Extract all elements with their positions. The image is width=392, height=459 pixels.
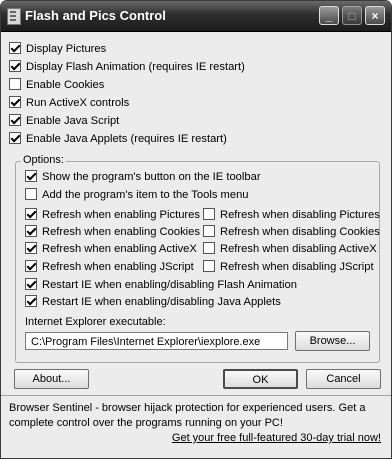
window-title: Flash and Pics Control bbox=[25, 8, 166, 23]
checkbox-box[interactable] bbox=[9, 78, 21, 90]
checkbox-box[interactable] bbox=[203, 225, 215, 237]
close-button[interactable]: × bbox=[365, 6, 385, 25]
refresh-disable-jscript-checkbox[interactable]: Refresh when disabling JScript bbox=[203, 260, 374, 274]
checkbox-box[interactable] bbox=[203, 208, 215, 220]
checkbox-box[interactable] bbox=[25, 278, 37, 290]
checkbox-label: Show the program's button on the IE tool… bbox=[42, 171, 261, 183]
refresh-disable-cookies-checkbox[interactable]: Refresh when disabling Cookies bbox=[203, 225, 380, 239]
checkbox-label: Refresh when enabling Pictures bbox=[42, 209, 200, 221]
checkbox-box[interactable] bbox=[25, 260, 37, 272]
options-group-label: Options: bbox=[21, 154, 66, 166]
refresh-enable-cookies-checkbox[interactable]: Refresh when enabling Cookies bbox=[25, 225, 200, 239]
enable-javascript-checkbox[interactable]: Enable Java Script bbox=[9, 114, 119, 128]
checkbox-label: Refresh when enabling Cookies bbox=[42, 226, 200, 238]
checkbox-label: Enable Java Applets (requires IE restart… bbox=[26, 133, 227, 145]
checkbox-label: Display Pictures bbox=[26, 43, 107, 55]
cancel-button[interactable]: Cancel bbox=[306, 369, 381, 389]
checkbox-box[interactable] bbox=[9, 132, 21, 144]
checkbox-box[interactable] bbox=[25, 295, 37, 307]
checkbox-box[interactable] bbox=[9, 114, 21, 126]
show-toolbar-button-checkbox[interactable]: Show the program's button on the IE tool… bbox=[25, 170, 261, 184]
checkbox-label: Refresh when disabling JScript bbox=[220, 261, 374, 273]
checkbox-box[interactable] bbox=[9, 60, 21, 72]
checkbox-label: Refresh when disabling ActiveX bbox=[220, 243, 377, 255]
checkbox-label: Refresh when disabling Pictures bbox=[220, 209, 380, 221]
checkbox-label: Display Flash Animation (requires IE res… bbox=[26, 61, 245, 73]
checkbox-label: Refresh when disabling Cookies bbox=[220, 226, 380, 238]
display-pictures-checkbox[interactable]: Display Pictures bbox=[9, 42, 106, 56]
checkbox-box[interactable] bbox=[25, 170, 37, 182]
minimize-button[interactable]: _ bbox=[319, 6, 339, 25]
checkbox-box[interactable] bbox=[25, 225, 37, 237]
checkbox-box[interactable] bbox=[25, 242, 37, 254]
restart-flash-checkbox[interactable]: Restart IE when enabling/disabling Flash… bbox=[25, 278, 297, 292]
checkbox-label: Enable Java Script bbox=[26, 115, 120, 127]
app-icon bbox=[7, 8, 21, 25]
ie-executable-field[interactable]: C:\Program Files\Internet Explorer\iexpl… bbox=[25, 332, 288, 350]
checkbox-label: Enable Cookies bbox=[26, 79, 105, 91]
checkbox-label: Add the program's item to the Tools menu bbox=[42, 189, 249, 201]
display-flash-checkbox[interactable]: Display Flash Animation (requires IE res… bbox=[9, 60, 245, 74]
checkbox-label: Refresh when enabling JScript bbox=[42, 261, 194, 273]
dialog-window: Flash and Pics Control _ □ × Display Pic… bbox=[0, 0, 392, 459]
tools-menu-checkbox[interactable]: Add the program's item to the Tools menu bbox=[25, 188, 249, 202]
checkbox-label: Restart IE when enabling/disabling Flash… bbox=[42, 279, 297, 291]
browse-button[interactable]: Browse... bbox=[295, 331, 370, 351]
refresh-enable-activex-checkbox[interactable]: Refresh when enabling ActiveX bbox=[25, 242, 197, 256]
footer-separator bbox=[1, 395, 391, 396]
dialog-content: Display Pictures Display Flash Animation… bbox=[1, 32, 391, 458]
refresh-disable-pictures-checkbox[interactable]: Refresh when disabling Pictures bbox=[203, 208, 380, 222]
refresh-enable-jscript-checkbox[interactable]: Refresh when enabling JScript bbox=[25, 260, 194, 274]
checkbox-box[interactable] bbox=[25, 208, 37, 220]
enable-cookies-checkbox[interactable]: Enable Cookies bbox=[9, 78, 104, 92]
title-bar[interactable]: Flash and Pics Control _ □ × bbox=[1, 1, 391, 32]
refresh-enable-pictures-checkbox[interactable]: Refresh when enabling Pictures bbox=[25, 208, 200, 222]
run-activex-checkbox[interactable]: Run ActiveX controls bbox=[9, 96, 129, 110]
checkbox-box[interactable] bbox=[203, 242, 215, 254]
checkbox-box[interactable] bbox=[25, 188, 37, 200]
maximize-button: □ bbox=[342, 6, 362, 25]
refresh-disable-activex-checkbox[interactable]: Refresh when disabling ActiveX bbox=[203, 242, 377, 256]
checkbox-label: Restart IE when enabling/disabling Java … bbox=[42, 296, 281, 308]
checkbox-label: Run ActiveX controls bbox=[26, 97, 130, 109]
restart-java-checkbox[interactable]: Restart IE when enabling/disabling Java … bbox=[25, 295, 281, 309]
footer-text: Browser Sentinel - browser hijack protec… bbox=[9, 402, 366, 429]
trial-link[interactable]: Get your free full-featured 30-day trial… bbox=[172, 432, 381, 444]
ie-executable-label: Internet Explorer executable: bbox=[25, 316, 166, 328]
about-button[interactable]: About... bbox=[14, 369, 89, 389]
checkbox-box[interactable] bbox=[9, 42, 21, 54]
ok-button[interactable]: OK bbox=[223, 369, 298, 389]
checkbox-box[interactable] bbox=[203, 260, 215, 272]
checkbox-box[interactable] bbox=[9, 96, 21, 108]
enable-java-applets-checkbox[interactable]: Enable Java Applets (requires IE restart… bbox=[9, 132, 227, 146]
checkbox-label: Refresh when enabling ActiveX bbox=[42, 243, 197, 255]
